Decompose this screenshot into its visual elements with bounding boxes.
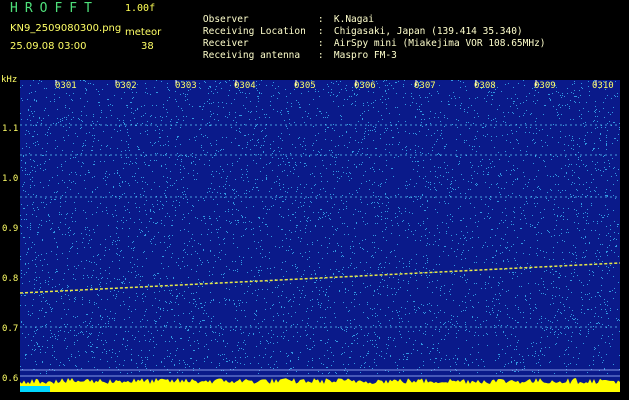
info-key: Receiving antenna — [202, 50, 301, 61]
time-tick-label: 0308 — [474, 81, 496, 91]
y-tick-label: 0.6 — [2, 374, 19, 384]
filename-label: KN9_2509080300.png — [10, 23, 122, 34]
time-tick-label: 0307 — [414, 81, 436, 91]
app-title: HROFFT — [10, 1, 99, 16]
count-label: 38 — [141, 41, 154, 52]
time-tick-label: 0305 — [294, 81, 316, 91]
info-antenna: Receiving antenna: Maspro FM-3 — [202, 50, 397, 61]
time-tick-label: 0310 — [592, 81, 614, 91]
time-tick-label: 0301 — [55, 81, 77, 91]
version-label: 1.00f — [125, 3, 156, 14]
level-band-marker — [20, 386, 50, 392]
time-tick-label: 0306 — [354, 81, 376, 91]
spectrogram-panel — [20, 80, 620, 392]
y-tick-label: 0.8 — [2, 274, 19, 284]
y-tick-label: 0.7 — [2, 324, 19, 334]
y-unit-label: kHz — [1, 75, 18, 85]
spectrogram-canvas — [20, 80, 620, 392]
header-panel: HROFFT 1.00f KN9_2509080300.png meteor 2… — [0, 0, 629, 78]
datetime-label: 25.09.08 03:00 — [10, 41, 87, 52]
time-tick-label: 0302 — [115, 81, 137, 91]
mode-label: meteor — [125, 27, 162, 38]
time-tick-label: 0309 — [534, 81, 556, 91]
y-tick-label: 1.0 — [2, 174, 19, 184]
time-tick-label: 0303 — [175, 81, 197, 91]
time-tick-label: 0304 — [234, 81, 256, 91]
y-tick-label: 1.1 — [2, 124, 19, 134]
info-value: Maspro FM-3 — [333, 50, 397, 61]
y-tick-label: 0.9 — [2, 224, 19, 234]
